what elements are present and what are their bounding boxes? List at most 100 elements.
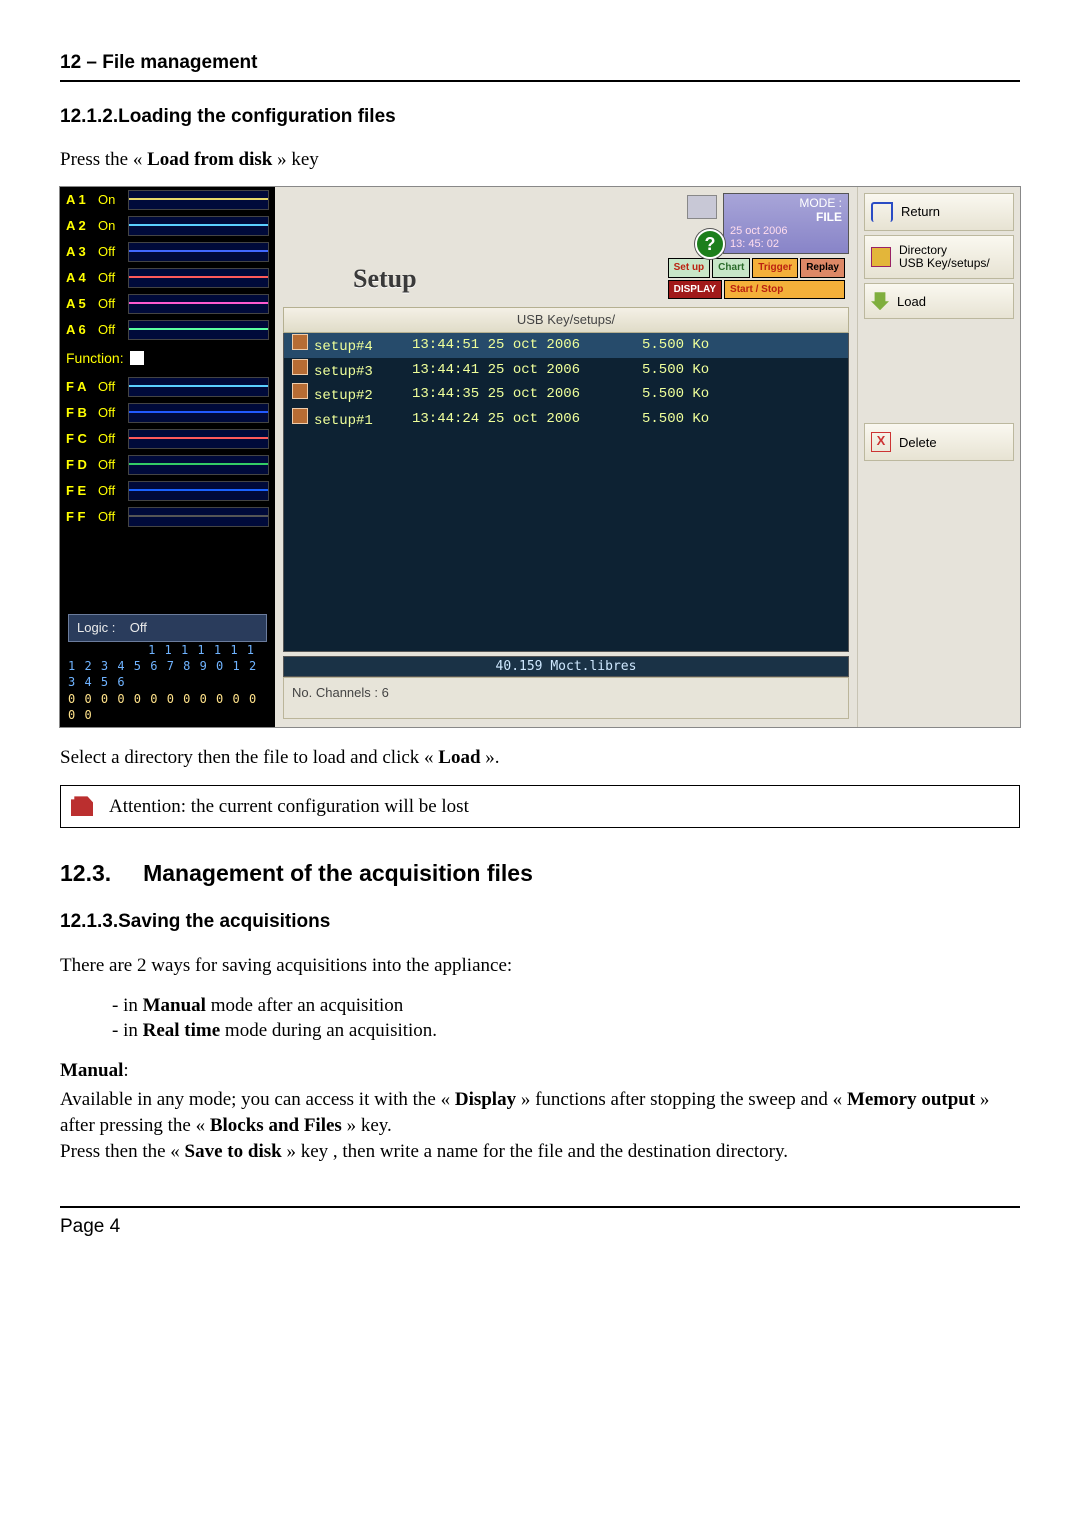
logic-header[interactable]: Logic : Off (68, 614, 267, 642)
waveform-preview (128, 455, 269, 475)
channel-row[interactable]: A 1 On (60, 187, 275, 213)
function-channel-row[interactable]: F FOff (60, 504, 275, 530)
delete-button[interactable]: XDelete (864, 423, 1014, 461)
logic-bits: 1 1 1 1 1 1 1 (68, 642, 267, 658)
channel-row[interactable]: A 2On (60, 213, 275, 239)
select-dir-text: Select a directory then the file to load… (60, 745, 1020, 771)
attention-text: Attention: the current configuration wil… (109, 794, 469, 820)
text: mode after an acquisition (206, 995, 403, 1016)
channel-row[interactable]: A 4 Off (60, 265, 275, 291)
file-row[interactable]: setup#313:44:41 25 oct 20065.500 Ko (284, 358, 848, 383)
file-row[interactable]: setup#113:44:24 25 oct 20065.500 Ko (284, 407, 848, 432)
file-list-body[interactable]: setup#413:44:51 25 oct 20065.500 Ko setu… (283, 333, 849, 652)
channel-name: F C (66, 430, 92, 448)
channel-state: Off (98, 430, 122, 448)
manual-heading: Manual: (60, 1058, 1020, 1084)
function-channel-row[interactable]: F EOff (60, 478, 275, 504)
channel-row[interactable]: A 3Off (60, 239, 275, 265)
tab-trigger[interactable]: Trigger (752, 258, 798, 278)
channel-name: A 2 (66, 217, 92, 235)
text: » functions after stopping the sweep and… (516, 1089, 847, 1110)
channel-row[interactable]: A 5 Off (60, 291, 275, 317)
channel-state: Off (98, 295, 122, 313)
file-name: setup#3 (314, 364, 373, 380)
text: Select a directory then the file to load… (60, 747, 438, 768)
attention-icon (71, 796, 93, 816)
setup-title: Setup (353, 261, 417, 296)
waveform-preview (128, 294, 269, 314)
text-bold: Blocks and Files (210, 1115, 342, 1136)
tab-startstop[interactable]: Start / Stop (724, 280, 845, 300)
subheading-saving: 12.1.3.Saving the acquisitions (60, 909, 1020, 935)
file-icon (292, 334, 308, 350)
function-channel-row[interactable]: F BOff (60, 400, 275, 426)
button-label: Directory (899, 243, 947, 257)
text-bold: Display (455, 1089, 516, 1110)
delete-icon: X (871, 432, 891, 452)
directory-button[interactable]: DirectoryUSB Key/setups/ (864, 235, 1014, 279)
channel-state: Off (98, 456, 122, 474)
status-strip: 40.159 Moct.libres No. Channels : 6 (283, 656, 849, 719)
return-button[interactable]: Return (864, 193, 1014, 231)
channel-row[interactable]: A 6Off (60, 317, 275, 343)
return-icon (871, 202, 893, 222)
load-button[interactable]: Load (864, 283, 1014, 319)
channel-name: F E (66, 482, 92, 500)
mode-block: MODE :FILE 25 oct 2006 13: 45: 02 (723, 193, 849, 254)
chapter-heading: 12 – File management (60, 50, 1020, 82)
tab-chart[interactable]: Chart (712, 258, 750, 278)
help-icon[interactable]: ? (695, 229, 725, 259)
text: » key , then write a name for the file a… (282, 1141, 788, 1162)
load-icon (871, 292, 889, 310)
list-item: in Real time mode during an acquisition. (112, 1018, 1020, 1044)
file-row[interactable]: setup#413:44:51 25 oct 20065.500 Ko (284, 333, 848, 358)
channel-name: A 5 (66, 295, 92, 313)
file-list-header: USB Key/setups/ (283, 307, 849, 333)
text: ». (481, 747, 500, 768)
function-channel-row[interactable]: F C Off (60, 426, 275, 452)
channel-name: A 1 (66, 191, 92, 209)
file-timestamp: 13:44:35 25 oct 2006 (412, 385, 642, 404)
text-bold: Manual (143, 995, 206, 1016)
function-channel-row[interactable]: F D Off (60, 452, 275, 478)
tab-display[interactable]: DISPLAY (668, 280, 722, 300)
text-bold: Real time (143, 1020, 221, 1041)
file-size: 5.500 Ko (642, 336, 762, 355)
mode-tabs: Set up Chart Trigger Replay DISPLAY Star… (668, 258, 845, 299)
tab-setup[interactable]: Set up (668, 258, 711, 278)
channel-name: F D (66, 456, 92, 474)
channel-name: F A (66, 378, 92, 396)
text: in (123, 1020, 143, 1041)
text: » key (272, 149, 318, 170)
channel-name: F F (66, 508, 92, 526)
file-icon (292, 408, 308, 424)
file-list-area: USB Key/setups/ setup#413:44:51 25 oct 2… (283, 307, 849, 652)
mode-value: FILE (816, 210, 842, 224)
file-size: 5.500 Ko (642, 410, 762, 429)
tab-replay[interactable]: Replay (800, 258, 845, 278)
file-timestamp: 13:44:41 25 oct 2006 (412, 361, 642, 380)
file-icon (292, 359, 308, 375)
list-item: in Manual mode after an acquisition (112, 993, 1020, 1019)
text: Available in any mode; you can access it… (60, 1089, 455, 1110)
channel-name: F B (66, 404, 92, 422)
channel-name: A 4 (66, 269, 92, 287)
text: Press then the « (60, 1141, 185, 1162)
text-bold: Save to disk (185, 1141, 282, 1162)
free-space: 40.159 Moct.libres (283, 656, 849, 677)
function-checkbox[interactable] (130, 351, 144, 365)
function-channel-row[interactable]: F A Off (60, 374, 275, 400)
button-label: Load (897, 293, 926, 311)
waveform-preview (128, 216, 269, 236)
channel-state: On (98, 191, 122, 209)
channel-state: Off (98, 321, 122, 339)
waveform-preview (128, 481, 269, 501)
file-name: setup#1 (314, 413, 373, 429)
channel-state: Off (98, 378, 122, 396)
button-sublabel: USB Key/setups/ (899, 256, 990, 270)
file-row[interactable]: setup#213:44:35 25 oct 20065.500 Ko (284, 382, 848, 407)
channel-name: A 3 (66, 243, 92, 261)
channel-sidebar: A 1On A 2On A 3Off A 4Off A 5Off A 6Off … (60, 187, 275, 727)
printer-icon[interactable] (687, 195, 717, 219)
channel-state: Off (98, 269, 122, 287)
